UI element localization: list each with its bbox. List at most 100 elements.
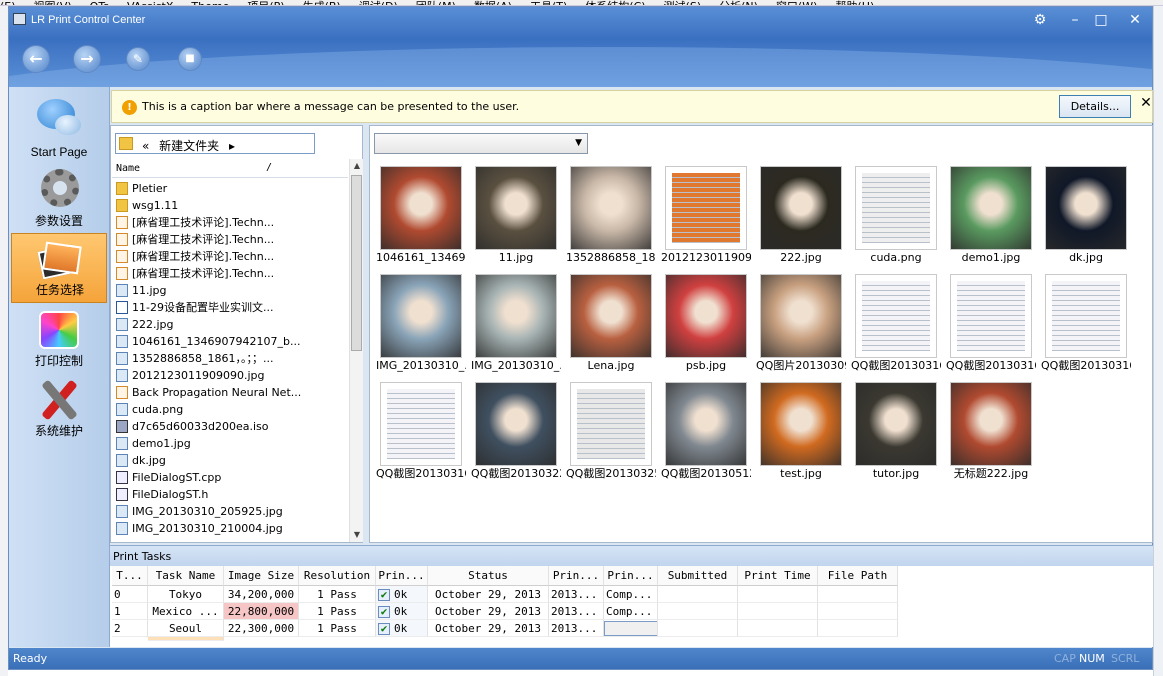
task-cell-size: 22,300,000 — [224, 620, 299, 637]
column-header[interactable]: Submitted — [658, 566, 738, 586]
details-button[interactable]: Details... — [1059, 95, 1131, 118]
column-header[interactable]: Prin... — [604, 566, 658, 586]
file-item[interactable]: demo1.jpg — [112, 435, 348, 452]
column-header[interactable]: Status — [428, 566, 549, 586]
file-item[interactable]: [麻省理工技术评论].Techn... — [112, 231, 348, 248]
file-item[interactable]: wsg1.11 — [112, 197, 348, 214]
back-button[interactable]: ← — [22, 45, 50, 73]
thumbnail-item[interactable]: QQ截图20130316181532... — [1041, 274, 1131, 378]
thumbnail-item[interactable]: QQ截图20130325214154... — [566, 382, 656, 486]
file-list-scrollbar[interactable]: ▲ ▼ — [349, 159, 363, 542]
thumbnail-item[interactable]: 无标题222.jpg — [946, 382, 1036, 486]
file-item[interactable]: IMG_20130310_210004.jpg — [112, 520, 348, 537]
file-item[interactable]: 11-29设备配置毕业实训文... — [112, 299, 348, 316]
table-row[interactable]: 2 Seoul 22,300,000 1 Pass ✔ 0k October 29, 201… — [110, 620, 1140, 637]
cell-text: 1 Pass — [317, 588, 357, 601]
table-row[interactable]: 0 Tokyo 34,200,000 1 Pass ✔ 0k October 29, 201… — [110, 586, 1140, 603]
thumbnail-item[interactable]: 1352886858_1861，。；；... — [566, 166, 656, 270]
minimize-button[interactable]: – — [1064, 11, 1086, 29]
file-item[interactable]: FileDialogST.h — [112, 486, 348, 503]
print-checkbox[interactable]: ✔ — [378, 589, 390, 601]
thumbnail-item[interactable]: tutor.jpg — [851, 382, 941, 486]
thumbnail-caption: psb.jpg — [685, 360, 727, 372]
file-item[interactable]: cuda.png — [112, 401, 348, 418]
pdf-file-icon — [116, 250, 128, 263]
thumbnail-item[interactable]: cuda.png — [851, 166, 941, 270]
edit-button[interactable]: ✎ — [126, 47, 150, 71]
sidebar-item-2[interactable]: 任务选择 — [11, 233, 107, 303]
thumbnail-item[interactable]: QQ截图20130316180111... — [851, 274, 941, 378]
breadcrumb-back[interactable]: « — [142, 139, 149, 153]
thumbnail-item[interactable]: QQ截图20130316180514... — [946, 274, 1036, 378]
thumbnail-item[interactable]: QQ截图20130316181655... — [376, 382, 466, 486]
task-cell-name: Tokyo — [148, 586, 224, 603]
thumbnail-caption: 无标题222.jpg — [953, 468, 1029, 480]
file-item[interactable]: IMG_20130310_205925.jpg — [112, 503, 348, 520]
column-header[interactable]: Prin... — [376, 566, 428, 586]
sidebar-item-0[interactable]: Start Page — [11, 93, 107, 163]
thumbnail-item[interactable]: QQ图片20130309230721... — [756, 274, 846, 378]
thumbnail-item[interactable]: Lena.jpg — [566, 274, 656, 378]
file-item[interactable]: Pletier — [112, 180, 348, 197]
stop-button[interactable]: ■ — [178, 47, 202, 71]
thumbnail-item[interactable]: 1046161_13469... — [376, 166, 466, 270]
breadcrumb-folder[interactable]: 新建文件夹 — [159, 139, 219, 153]
thumbnail-caption: QQ截图20130316180514... — [946, 360, 1036, 372]
thumbnail-item[interactable]: 222.jpg — [756, 166, 846, 270]
file-item[interactable]: dk.jpg — [112, 452, 348, 469]
print-checkbox[interactable]: ✔ — [378, 623, 390, 635]
thumbnail-item[interactable]: QQ截图20130512001342... — [661, 382, 751, 486]
table-row[interactable]: 1 Mexico ... 22,800,000 1 Pass ✔ 0k October 29… — [110, 603, 1140, 620]
column-header[interactable]: Prin... — [549, 566, 604, 586]
breadcrumb-expand[interactable]: ▸ — [229, 139, 235, 153]
file-column-header[interactable]: Name / — [112, 159, 348, 178]
column-header[interactable]: Print Time — [738, 566, 818, 586]
sidebar-item-4[interactable]: 系统维护 — [11, 373, 107, 443]
scroll-down-arrow[interactable]: ▼ — [350, 528, 364, 542]
maximize-button[interactable]: □ — [1090, 11, 1112, 29]
thumbnail-item[interactable]: demo1.jpg — [946, 166, 1036, 270]
edit-field[interactable] — [604, 621, 657, 636]
name-column-header[interactable]: Name — [116, 163, 140, 174]
file-item[interactable]: [麻省理工技术评论].Techn... — [112, 248, 348, 265]
file-item[interactable]: 1046161_1346907942107_b... — [112, 333, 348, 350]
file-item[interactable]: [麻省理工技术评论].Techn... — [112, 265, 348, 282]
forward-button[interactable]: → — [73, 45, 101, 73]
cell-text: 2 — [114, 622, 121, 635]
column-header[interactable]: File Path — [818, 566, 898, 586]
view-mode-select[interactable]: ▼ — [374, 133, 588, 154]
file-item[interactable]: [麻省理工技术评论].Techn... — [112, 214, 348, 231]
column-header[interactable]: T... — [112, 566, 148, 586]
close-button[interactable]: ✕ — [1124, 11, 1146, 29]
print-checkbox[interactable]: ✔ — [378, 606, 390, 618]
sidebar-item-3[interactable]: 打印控制 — [11, 303, 107, 373]
thumbnail-item[interactable]: 2012123011909... — [661, 166, 751, 270]
scroll-thumb[interactable] — [351, 175, 362, 351]
file-item[interactable]: FileDialogST.cpp — [112, 469, 348, 486]
thumbnail-item[interactable]: psb.jpg — [661, 274, 751, 378]
sidebar-item-1[interactable]: 参数设置 — [11, 163, 107, 233]
room-photo-icon — [665, 382, 747, 466]
file-item[interactable]: 222.jpg — [112, 316, 348, 333]
settings-button[interactable]: ⚙ — [1029, 11, 1051, 29]
thumbnail-item[interactable]: dk.jpg — [1041, 166, 1131, 270]
file-item[interactable]: d7c65d60033d200ea.iso — [112, 418, 348, 435]
file-item[interactable]: 1352886858_1861，。；；... — [112, 350, 348, 367]
column-header[interactable]: Image Size — [224, 566, 299, 586]
thumbnail-item[interactable]: IMG_20130310_... — [376, 274, 466, 378]
column-header[interactable]: Task Name — [148, 566, 224, 586]
thumbnail-item[interactable]: IMG_20130310_... — [471, 274, 561, 378]
thumbnail-item[interactable]: QQ截图20130322193544... — [471, 382, 561, 486]
file-item[interactable]: 2012123011909090.jpg — [112, 367, 348, 384]
column-header[interactable]: Resolution — [299, 566, 376, 586]
caption-close-icon[interactable]: ✕ — [1139, 95, 1153, 111]
file-item[interactable]: Back Propagation Neural Net... — [112, 384, 348, 401]
cell-text: Mexico ... — [152, 605, 219, 618]
scroll-up-arrow[interactable]: ▲ — [350, 159, 364, 173]
thumbnail-item[interactable]: 11.jpg — [471, 166, 561, 270]
file-item[interactable]: 11.jpg — [112, 282, 348, 299]
thumbnail-caption: QQ截图20130512001342... — [661, 468, 751, 480]
thumbnail-item[interactable]: test.jpg — [756, 382, 846, 486]
num-indicator: NUM — [1079, 652, 1105, 665]
path-breadcrumb[interactable]: « 新建文件夹 ▸ — [115, 133, 315, 154]
